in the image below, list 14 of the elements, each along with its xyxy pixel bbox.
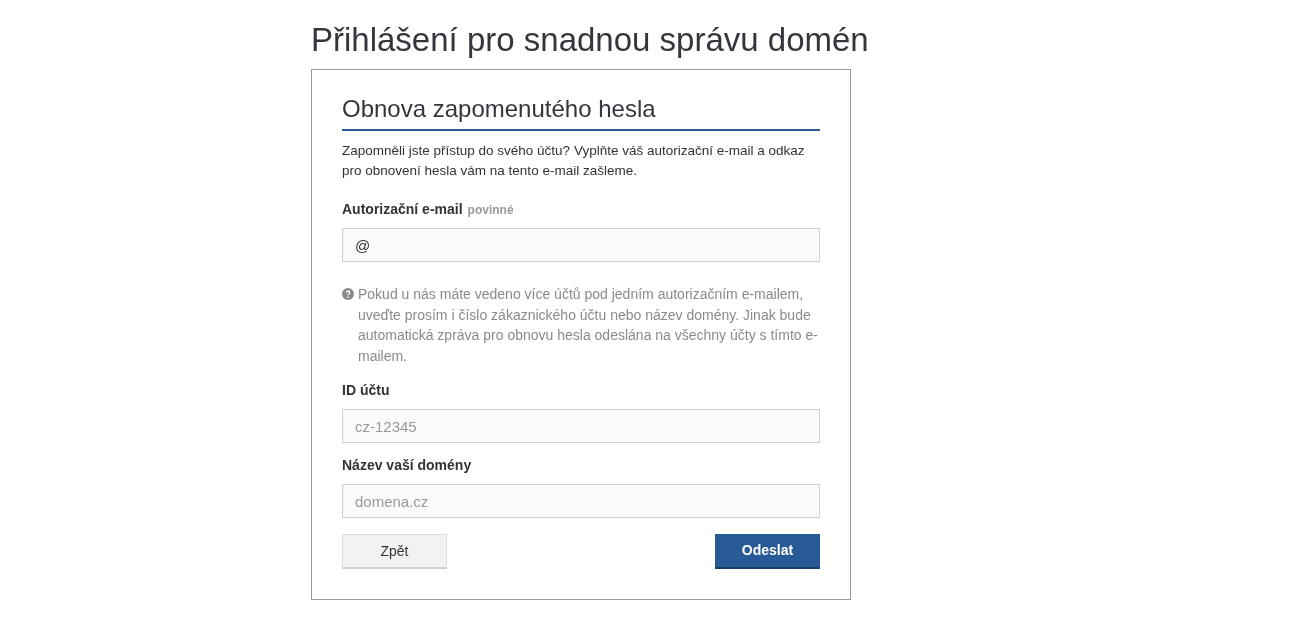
field-label: Autorizační e-mail bbox=[342, 200, 463, 219]
field-label: Název vaší domény bbox=[342, 456, 472, 475]
intro-text: Zapomněli jste přístup do svého účtu? Vyplňte váš autorizační e-mail a odkaz pro obnovení hesla vám na tento e-mail zašleme. bbox=[342, 142, 806, 180]
required-tag: povinné bbox=[467, 201, 514, 219]
back-button[interactable]: Zpět bbox=[342, 534, 447, 569]
help-icon bbox=[342, 288, 354, 300]
input-field[interactable]: cz-12345 bbox=[342, 409, 820, 443]
page-title: Přihlášení pro snadnou správu domén bbox=[311, 20, 870, 60]
field-label: ID účtu bbox=[342, 381, 390, 400]
hint-text: Pokud u nás máte vedeno více účtů pod jedním autorizačním e-mailem, uveďte prosím i číslo zákaznického účtu nebo název domény. Jinak bude automatická zpráva pro obnovu hesla odeslána na všechny účty s tímto e-mailem. bbox=[358, 285, 819, 366]
input-field[interactable]: @ bbox=[342, 228, 820, 262]
submit-button[interactable]: Odeslat bbox=[715, 534, 820, 569]
input-field[interactable]: domena.cz bbox=[342, 484, 820, 518]
card-title: Obnova zapomenutého hesla bbox=[342, 92, 820, 131]
